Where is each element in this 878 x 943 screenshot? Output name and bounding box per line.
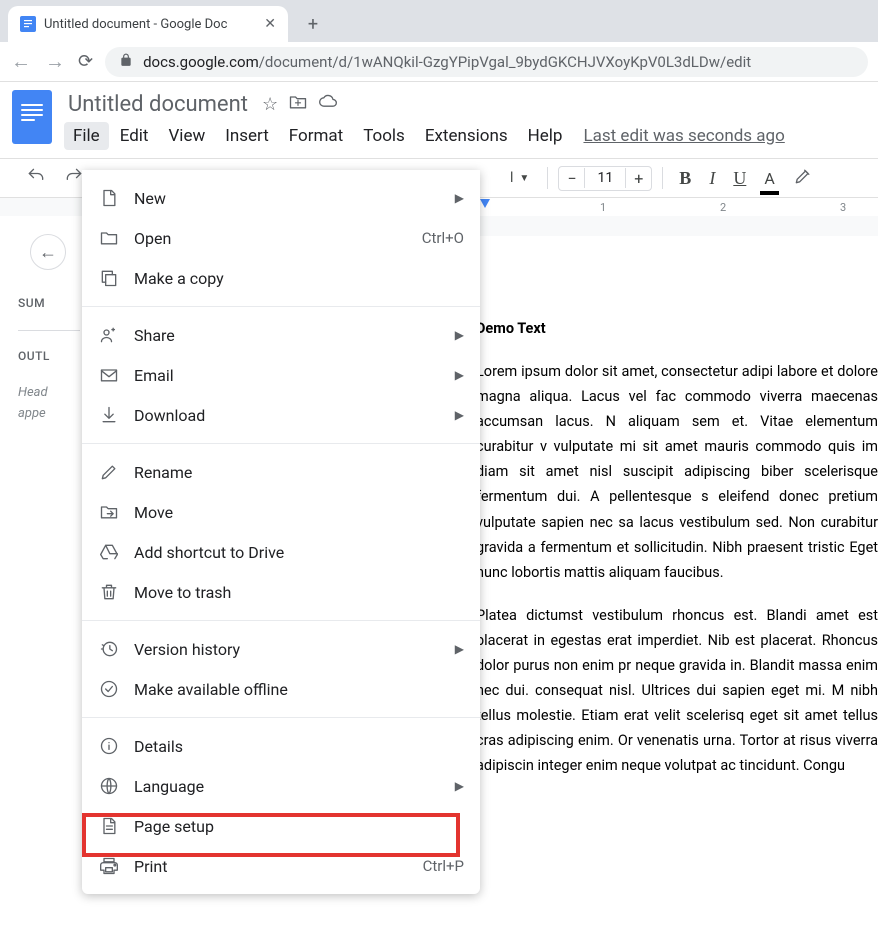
file-menu-open[interactable]: Open Ctrl+O	[82, 218, 480, 258]
menu-extensions[interactable]: Extensions	[416, 122, 517, 150]
folder-icon	[98, 227, 120, 249]
email-icon	[98, 364, 120, 386]
outline-label: OUTL	[18, 349, 80, 363]
file-menu-make-copy[interactable]: Make a copy	[82, 258, 480, 298]
lock-icon	[119, 53, 133, 71]
info-icon	[98, 735, 120, 757]
page-area: Demo Text Lorem ipsum dolor sit amet, co…	[462, 216, 878, 943]
submenu-arrow-icon: ▶	[455, 328, 464, 342]
submenu-arrow-icon: ▶	[455, 642, 464, 656]
file-menu-page-setup[interactable]: Page setup	[82, 806, 480, 846]
menu-tools[interactable]: Tools	[354, 122, 414, 150]
file-menu-offline[interactable]: Make available offline	[82, 669, 480, 709]
star-icon[interactable]: ☆	[262, 94, 278, 115]
submenu-arrow-icon: ▶	[455, 779, 464, 793]
docs-logo-icon[interactable]	[12, 90, 52, 144]
tab-title: Untitled document - Google Doc	[44, 17, 256, 32]
outline-placeholder: Head appe	[18, 383, 80, 425]
history-icon	[98, 638, 120, 660]
download-icon	[98, 404, 120, 426]
file-menu-language[interactable]: Language ▶	[82, 766, 480, 806]
font-size-increase[interactable]: +	[626, 167, 651, 190]
browser-url-field[interactable]: docs.google.com/document/d/1wANQkil-GzgY…	[105, 47, 868, 77]
trash-icon	[98, 581, 120, 603]
submenu-arrow-icon: ▶	[455, 408, 464, 422]
font-size-control: − 11 +	[558, 166, 652, 191]
font-size-value[interactable]: 11	[584, 168, 626, 188]
file-menu-email[interactable]: Email ▶	[82, 355, 480, 395]
browser-address-bar: ← → ⟳ docs.google.com/document/d/1wANQki…	[0, 42, 878, 82]
bold-icon[interactable]: B	[673, 164, 697, 193]
menu-file[interactable]: File	[64, 122, 109, 150]
outline-pane: ← SUM OUTL Head appe	[18, 216, 80, 425]
document-paragraph: Lorem ipsum dolor sit amet, consectetur …	[476, 359, 878, 585]
menu-format[interactable]: Format	[280, 122, 352, 150]
file-menu-share[interactable]: Share ▶	[82, 315, 480, 355]
summary-label: SUM	[18, 296, 80, 310]
menu-edit[interactable]: Edit	[111, 122, 158, 150]
document-heading: Demo Text	[476, 316, 878, 341]
file-menu-print[interactable]: Print Ctrl+P	[82, 846, 480, 886]
highlight-icon[interactable]	[787, 162, 819, 195]
last-edit-link[interactable]: Last edit was seconds ago	[583, 126, 784, 146]
file-menu-new[interactable]: New ▶	[82, 178, 480, 218]
copy-icon	[98, 267, 120, 289]
document-icon	[98, 187, 120, 209]
menu-help[interactable]: Help	[519, 122, 572, 150]
menu-insert[interactable]: Insert	[216, 122, 278, 150]
font-family-dropdown[interactable]: l▼	[502, 166, 537, 190]
drive-shortcut-icon	[98, 541, 120, 563]
page-setup-icon	[98, 815, 120, 837]
file-menu-move[interactable]: Move	[82, 492, 480, 532]
file-menu-trash[interactable]: Move to trash	[82, 572, 480, 612]
cloud-status-icon[interactable]	[318, 92, 338, 117]
file-menu-add-shortcut[interactable]: Add shortcut to Drive	[82, 532, 480, 572]
browser-forward-icon: →	[44, 49, 66, 74]
tab-close-icon[interactable]: ✕	[264, 16, 276, 32]
move-folder-icon[interactable]	[288, 92, 308, 117]
undo-icon[interactable]	[20, 162, 52, 195]
file-menu-rename[interactable]: Rename	[82, 452, 480, 492]
submenu-arrow-icon: ▶	[455, 191, 464, 205]
document-page[interactable]: Demo Text Lorem ipsum dolor sit amet, co…	[462, 236, 878, 943]
browser-reload-icon[interactable]: ⟳	[78, 51, 93, 72]
menu-view[interactable]: View	[159, 122, 214, 150]
browser-tabs-bar: Untitled document - Google Doc ✕ +	[0, 0, 878, 42]
file-menu-details[interactable]: Details	[82, 726, 480, 766]
document-title[interactable]: Untitled document	[64, 92, 252, 117]
submenu-arrow-icon: ▶	[455, 368, 464, 382]
text-color-icon[interactable]: A	[758, 165, 780, 192]
new-tab-button[interactable]: +	[298, 9, 328, 39]
browser-back-icon[interactable]: ←	[10, 49, 32, 74]
document-paragraph: Platea dictumst vestibulum rhoncus est. …	[476, 603, 878, 779]
file-menu-dropdown: New ▶ Open Ctrl+O Make a copy Share ▶ Em…	[82, 170, 480, 894]
print-icon	[98, 855, 120, 877]
globe-icon	[98, 775, 120, 797]
file-menu-version-history[interactable]: Version history ▶	[82, 629, 480, 669]
move-icon	[98, 501, 120, 523]
tab-favicon-docs-icon	[20, 16, 36, 32]
rename-icon	[98, 461, 120, 483]
offline-icon	[98, 678, 120, 700]
file-menu-download[interactable]: Download ▶	[82, 395, 480, 435]
underline-icon[interactable]: U	[727, 164, 752, 193]
share-icon	[98, 324, 120, 346]
outline-back-button[interactable]: ←	[30, 234, 66, 270]
docs-header: Untitled document ☆ File Edit View Inser…	[0, 82, 878, 150]
italic-icon[interactable]: I	[703, 164, 721, 193]
browser-tab[interactable]: Untitled document - Google Doc ✕	[8, 6, 288, 42]
font-size-decrease[interactable]: −	[559, 167, 584, 190]
url-text: docs.google.com/document/d/1wANQkil-GzgY…	[143, 53, 751, 71]
menu-bar: File Edit View Insert Format Tools Exten…	[64, 122, 866, 150]
